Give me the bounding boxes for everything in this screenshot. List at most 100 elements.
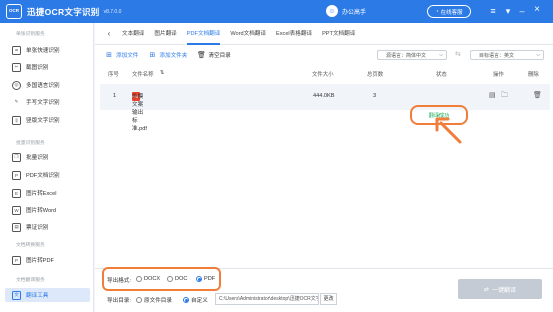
column-header-delete: 删除	[528, 72, 539, 78]
translate-icon: 文	[12, 290, 21, 300]
column-header-index: 序号	[108, 72, 119, 78]
change-path-button[interactable]: 更改	[320, 293, 337, 305]
translate-all-button[interactable]: ⇄ 一键翻译	[458, 279, 542, 299]
tab-image-translate[interactable]: 图片翻译	[149, 23, 181, 45]
preview-icon[interactable]: ▤	[489, 91, 496, 99]
tab-text-translate[interactable]: 文本翻译	[117, 23, 149, 45]
excel-icon: E	[12, 188, 21, 198]
sidebar-item-translate[interactable]: 文翻译工具	[5, 288, 90, 302]
format-doc-label: DOC	[175, 276, 188, 282]
table-header: 序号 文件名称 ⇅ 文件大小 总页数 状态 操作 删除	[95, 70, 553, 82]
title-bar: OCR 迅捷OCR文字识别 v8.7.0.0 ☺ 办公高手 ◔ 在线客服 ≡ ▾…	[0, 0, 553, 23]
sidebar-item-label: PDF文档识别	[26, 173, 60, 179]
sidebar-item-excel[interactable]: E 图片转Excel	[5, 186, 90, 200]
menu-icon[interactable]: ≡	[487, 4, 499, 18]
add-file-icon: ⊞	[106, 51, 112, 59]
export-dir-label: 导出目录:	[107, 298, 131, 304]
format-docx-label: DOCX	[144, 276, 161, 282]
sidebar-item-screenshot[interactable]: ✂ 截图识别	[5, 60, 90, 74]
sidebar-item-label: 单张快速识别	[26, 48, 60, 54]
image-pdf-icon: P	[12, 255, 21, 265]
format-pdf-radio[interactable]: PDF	[196, 276, 215, 282]
format-docx-radio[interactable]: DOCX	[136, 276, 160, 282]
sidebar-item-label: 图片转Excel	[26, 191, 57, 197]
format-pdf-label: PDF	[204, 276, 216, 282]
app-name: 迅捷OCR文字识别	[27, 6, 100, 17]
user-name: 办公高手	[342, 9, 367, 16]
online-service-label: 在线客服	[440, 9, 463, 16]
column-header-pages: 总页数	[367, 72, 384, 78]
table-row[interactable]: 1 PDF 外模文案输出标准.pdf 444.0KB 3 ✓ 翻译成功 ▤ 🗀 🗑	[100, 84, 550, 132]
app-logo: OCR	[6, 4, 22, 19]
add-file-button[interactable]: ⊞ 添加文件	[105, 51, 138, 59]
online-service-button[interactable]: ◔ 在线客服	[427, 5, 471, 18]
back-icon[interactable]: ‹	[105, 29, 113, 38]
export-path-input[interactable]: C:\Users\Administrator\desktop\迅捷OCR文字	[215, 293, 319, 305]
sidebar-item-vertical[interactable]: ⫼ 竖版文字识别	[5, 113, 90, 127]
pen-icon: ✎	[14, 99, 19, 104]
sidebar-item-word[interactable]: W 图片转Word	[5, 203, 90, 217]
sidebar-item-image-pdf[interactable]: P 图片转PDF	[5, 253, 90, 267]
dir-source-radio[interactable]: 原文件目录	[136, 296, 172, 304]
vertical-text-icon: ⫼	[12, 115, 21, 125]
radio-dot-selected	[196, 276, 202, 282]
source-language-select[interactable]: 源语言：简体中文 ⌵	[377, 50, 447, 60]
sidebar-group-label: 文档转换服务	[16, 243, 45, 248]
open-folder-icon[interactable]: 🗀	[501, 91, 508, 102]
sidebar-item-ticket[interactable]: ▤ 票证识别	[5, 220, 90, 234]
dir-source-label: 原文件目录	[144, 298, 172, 304]
radio-dot	[136, 276, 142, 282]
radio-dot	[136, 297, 142, 303]
format-doc-radio[interactable]: DOC	[167, 276, 187, 282]
chevron-down-icon: ⌵	[439, 52, 443, 58]
swap-language-icon[interactable]: ⇆	[455, 50, 461, 58]
tab-ppt-translate[interactable]: PPT文档翻译	[317, 23, 360, 45]
sidebar-item-pdf-ocr[interactable]: P PDF文档识别	[5, 168, 90, 182]
add-folder-icon: ⊞	[149, 51, 156, 59]
chat-icon: ◔	[435, 8, 439, 15]
radio-dot	[167, 276, 173, 282]
sidebar-group-label: 文档翻译服务	[16, 278, 45, 283]
target-language-value: 目标语言：英文	[479, 52, 515, 59]
column-header-status: 状态	[436, 72, 447, 78]
row-index: 1	[113, 93, 117, 99]
sidebar-item-batch[interactable]: ❐ 批量识别	[5, 150, 90, 164]
tab-excel-translate[interactable]: Excel表格翻译	[271, 23, 317, 45]
add-folder-label: 添加文件夹	[159, 52, 188, 59]
column-header-name: 文件名称	[132, 72, 154, 78]
avatar-icon: ☺	[326, 5, 338, 17]
sidebar-item-label: 翻译工具	[26, 293, 49, 299]
clear-list-button[interactable]: 🗑 清空目录	[196, 51, 231, 59]
tab-word-translate[interactable]: Word文档翻译	[225, 23, 271, 45]
minimize-icon[interactable]: –	[516, 4, 528, 18]
dir-custom-radio[interactable]: 自定义	[183, 296, 208, 304]
sidebar-item-label: 票证识别	[26, 225, 49, 231]
add-folder-button[interactable]: ⊞ 添加文件夹	[148, 51, 187, 59]
translate-all-label: 一键翻译	[492, 287, 517, 294]
user-account[interactable]: ☺ 办公高手	[326, 5, 366, 17]
add-file-label: 添加文件	[116, 52, 139, 59]
dropdown-icon[interactable]: ▾	[502, 4, 514, 18]
sidebar-item-multilang[interactable]: ◎ 多国语言识别	[5, 78, 90, 92]
annotation-arrow	[435, 117, 462, 144]
trash-icon: 🗑	[196, 51, 206, 59]
sidebar-item-label: 手写文字识别	[26, 100, 60, 106]
sidebar-group-label: 单张识别服务	[16, 32, 45, 37]
tab-pdf-translate[interactable]: PDF文档翻译	[182, 23, 226, 45]
image-scan-icon: ⌗	[12, 45, 21, 55]
sort-icon[interactable]: ⇅	[160, 70, 165, 76]
screenshot-icon: ✂	[12, 62, 21, 72]
pdf-icon: P	[12, 170, 21, 180]
delete-icon[interactable]: 🗑	[533, 91, 542, 99]
batch-icon: ❐	[12, 152, 21, 162]
ticket-icon: ▤	[12, 222, 21, 232]
sidebar-item-quick[interactable]: ⌗ 单张快速识别	[5, 43, 90, 57]
sidebar: 单张识别服务 ⌗ 单张快速识别 ✂ 截图识别 ◎ 多国语言识别 ✎ 手写文字识别 ⫼ 竖版…	[0, 23, 94, 312]
page-count: 3	[373, 93, 377, 99]
target-language-select[interactable]: 目标语言：英文 ⌵	[470, 50, 544, 60]
close-icon[interactable]: ×	[531, 3, 543, 17]
chevron-down-icon: ⌵	[536, 52, 540, 58]
sidebar-item-label: 竖版文字识别	[26, 118, 60, 124]
word-icon: W	[12, 205, 21, 215]
sidebar-item-handwriting[interactable]: ✎ 手写文字识别	[5, 95, 90, 109]
